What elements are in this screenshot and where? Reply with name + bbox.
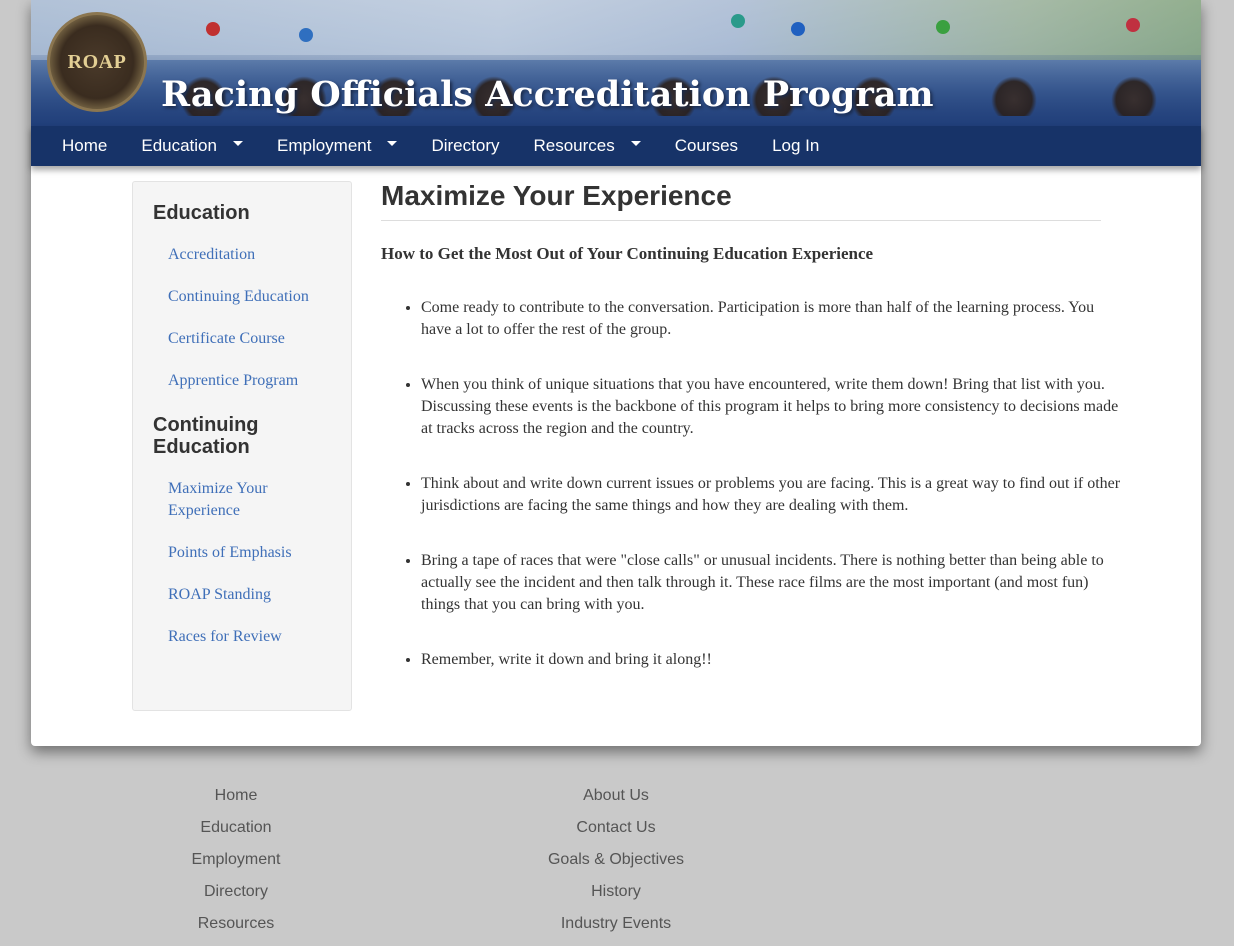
nav-home[interactable]: Home [31, 136, 124, 156]
header-banner: ROAP Racing Officials Accreditation Prog… [31, 0, 1201, 126]
nav-directory[interactable]: Directory [414, 136, 516, 156]
jockey-graphic [1126, 18, 1140, 32]
footer-link-about-us[interactable]: About Us [516, 786, 716, 818]
footer-link-contact-us[interactable]: Contact Us [516, 818, 716, 850]
footer-link-education[interactable]: Education [136, 818, 336, 850]
footer-column-about: About Us Contact Us Goals & Objectives Hist… [516, 786, 716, 946]
sidebar: Education Accreditation Continuing Educat… [132, 181, 352, 711]
page-title: Maximize Your Experience [381, 176, 1101, 221]
jockey-graphic [936, 20, 950, 34]
page-container: ROAP Racing Officials Accreditation Prog… [31, 0, 1201, 746]
footer-link-industry-events[interactable]: Industry Events [516, 914, 716, 946]
caret-down-icon [387, 140, 398, 146]
nav-employment[interactable]: Employment [260, 136, 414, 156]
footer-link-directory[interactable]: Directory [136, 882, 336, 914]
tip-item: When you think of unique situations that… [421, 374, 1121, 440]
nav-courses[interactable]: Courses [658, 136, 755, 156]
site-title: Racing Officials Accreditation Program [161, 74, 934, 115]
footer-column-main: Home Education Employment Directory Resource… [136, 786, 336, 946]
sidebar-link-roap-standing[interactable]: ROAP Standing [168, 584, 328, 606]
nav-label: Log In [772, 136, 820, 155]
jockey-graphic [731, 14, 745, 28]
jockey-graphic [206, 22, 220, 36]
sidebar-heading-education: Education [153, 202, 250, 224]
nav-log-in[interactable]: Log In [755, 136, 836, 156]
nav-education[interactable]: Education [124, 136, 260, 156]
tip-item: Bring a tape of races that were "close c… [421, 550, 1121, 616]
footer-link-goals-objectives[interactable]: Goals & Objectives [516, 850, 716, 882]
main-content: Maximize Your Experience How to Get the … [381, 176, 1120, 668]
sidebar-link-accreditation[interactable]: Accreditation [168, 244, 328, 266]
sidebar-link-races-for-review[interactable]: Races for Review [168, 626, 328, 648]
sidebar-link-maximize-your-experience[interactable]: Maximize Your Experience [168, 478, 328, 522]
tip-item: Come ready to contribute to the conversa… [421, 297, 1121, 341]
caret-down-icon [630, 140, 641, 146]
nav-label: Employment [276, 136, 372, 155]
main-nav: Home Education Employment Directory Resource… [31, 126, 1201, 166]
horse-graphic [991, 76, 1037, 116]
nav-label: Courses [674, 136, 739, 155]
footer-link-resources[interactable]: Resources [136, 914, 336, 946]
sidebar-link-points-of-emphasis[interactable]: Points of Emphasis [168, 542, 328, 564]
sidebar-link-apprentice-program[interactable]: Apprentice Program [168, 370, 328, 392]
nav-label: Home [62, 136, 108, 155]
sidebar-link-continuing-education[interactable]: Continuing Education [168, 286, 328, 308]
tips-list: Come ready to contribute to the conversa… [381, 297, 1121, 704]
footer-link-home[interactable]: Home [136, 786, 336, 818]
horse-graphic [1111, 76, 1157, 116]
nav-label: Resources [533, 136, 615, 155]
page-subtitle: How to Get the Most Out of Your Continui… [381, 244, 874, 263]
caret-down-icon [232, 140, 243, 146]
tip-item: Think about and write down current issue… [421, 473, 1121, 517]
sidebar-section-continuing-education: Maximize Your Experience Points of Emphas… [133, 478, 351, 648]
nav-label: Education [141, 136, 217, 155]
sidebar-link-certificate-course[interactable]: Certificate Course [168, 328, 328, 350]
footer-link-history[interactable]: History [516, 882, 716, 914]
logo-text: ROAP [67, 50, 127, 73]
jockey-graphic [791, 22, 805, 36]
nav-resources[interactable]: Resources [516, 136, 657, 156]
footer-link-employment[interactable]: Employment [136, 850, 336, 882]
roap-logo[interactable]: ROAP [47, 12, 147, 112]
sidebar-heading-continuing-education: Continuing Education [153, 414, 259, 458]
nav-label: Directory [431, 136, 500, 155]
jockey-graphic [299, 28, 313, 42]
tip-item: Remember, write it down and bring it alo… [421, 649, 1121, 671]
sidebar-section-education: Accreditation Continuing Education Certifi… [133, 244, 351, 392]
